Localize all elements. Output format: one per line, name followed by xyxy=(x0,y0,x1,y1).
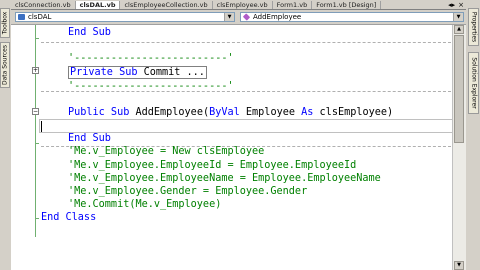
class-dropdown-value: clsDAL xyxy=(28,13,52,21)
code-line-end-class: End Class xyxy=(41,211,96,225)
data-sources-tab-label: Data Sources xyxy=(1,45,9,85)
editor-margin xyxy=(11,25,31,270)
tab-controls: ◂▸ × xyxy=(448,1,466,9)
keyword-private-sub: Private Sub xyxy=(70,67,138,78)
procedure-separator xyxy=(41,42,451,43)
param-name: Employee xyxy=(245,107,295,118)
collapse-icon[interactable]: − xyxy=(32,108,39,115)
tab-form1-design[interactable]: Form1.vb [Design] xyxy=(312,1,382,9)
solution-explorer-tab-label: Solution Explorer xyxy=(470,57,477,109)
tab-clsemployeecollection[interactable]: clsEmployeeCollection.vb xyxy=(120,1,213,9)
code-line-end-sub: End Sub xyxy=(68,26,111,40)
navigation-bar: clsDAL ▼ AddEmployee ▼ xyxy=(11,10,466,25)
keyword-byval: ByVal xyxy=(209,107,240,118)
data-sources-tab[interactable]: Data Sources xyxy=(0,42,10,88)
outline-line xyxy=(35,25,36,237)
outline-end-tick xyxy=(35,218,39,219)
tab-scroll-icon[interactable]: ◂▸ xyxy=(448,1,455,9)
outline-end-tick xyxy=(35,143,39,144)
scroll-up-icon[interactable]: ▲ xyxy=(454,25,464,34)
method-icon xyxy=(242,13,251,21)
code-line-comment: 'Me.v_Employee.Gender = Employee.Gender xyxy=(68,186,308,197)
code-line-comment: '-------------------------' xyxy=(68,81,234,92)
method-name: AddEmployee( xyxy=(135,107,210,118)
code-line-end-sub: End Sub xyxy=(68,132,111,146)
current-line-highlight xyxy=(39,119,453,133)
outline-end-tick xyxy=(35,38,39,39)
keyword-end-sub: End Sub xyxy=(68,133,111,144)
text-caret xyxy=(41,121,42,132)
properties-tab[interactable]: Properties xyxy=(468,8,479,46)
toolbox-tab[interactable]: Toolbox xyxy=(0,8,10,38)
method-dropdown[interactable]: AddEmployee ▼ xyxy=(240,12,464,22)
code-line-comment: 'Me.Commit(Me.v_Employee) xyxy=(68,199,222,210)
properties-tab-label: Properties xyxy=(470,11,477,43)
document-tab-bar: clsConnection.vb clsDAL.vb clsEmployeeCo… xyxy=(11,0,466,10)
method-dropdown-value: AddEmployee xyxy=(253,13,302,21)
commit-name: Commit ... xyxy=(143,67,205,78)
collapsed-region[interactable]: Private Sub Commit ... xyxy=(68,66,207,79)
vertical-scrollbar[interactable]: ▲ ▼ xyxy=(452,25,466,270)
param-type: clsEmployee) xyxy=(319,107,394,118)
scrollbar-thumb[interactable] xyxy=(454,35,464,143)
class-dropdown[interactable]: clsDAL ▼ xyxy=(15,12,235,22)
code-line-comment: 'Me.v_Employee.EmployeeId = Employee.Emp… xyxy=(68,160,357,171)
keyword-end-class: End Class xyxy=(41,212,97,223)
solution-explorer-tab[interactable]: Solution Explorer xyxy=(468,52,479,114)
keyword-as: As xyxy=(301,107,314,118)
code-line-comment: '-------------------------' xyxy=(68,53,234,64)
code-line-comment: 'Me.v_Employee = New clsEmployee xyxy=(68,146,265,157)
close-icon[interactable]: × xyxy=(458,1,464,9)
class-icon xyxy=(18,14,25,20)
right-autohide-strip: Properties Solution Explorer xyxy=(465,0,480,270)
tab-clsdal[interactable]: clsDAL.vb xyxy=(75,1,121,9)
keyword-public-sub: Public Sub xyxy=(68,107,130,118)
code-line-public-sub: Public Sub AddEmployee(ByVal Employee As… xyxy=(68,106,393,120)
chevron-down-icon[interactable]: ▼ xyxy=(453,13,463,21)
toolbox-tab-label: Toolbox xyxy=(1,11,9,35)
code-line-private-sub: Private Sub Commit ... xyxy=(68,66,207,80)
code-line-comment: 'Me.v_Employee.EmployeeName = Employee.E… xyxy=(68,173,381,184)
tab-form1[interactable]: Form1.vb xyxy=(273,1,313,9)
chevron-down-icon[interactable]: ▼ xyxy=(224,13,234,21)
keyword-end-sub: End Sub xyxy=(68,27,111,38)
code-editor[interactable]: + − End Sub '-------------------------' … xyxy=(11,25,453,270)
scroll-down-icon[interactable]: ▼ xyxy=(454,261,464,270)
expand-icon[interactable]: + xyxy=(32,67,39,74)
tab-clsemployee[interactable]: clsEmployee.vb xyxy=(213,1,273,9)
tab-clsconnection[interactable]: clsConnection.vb xyxy=(11,1,76,9)
